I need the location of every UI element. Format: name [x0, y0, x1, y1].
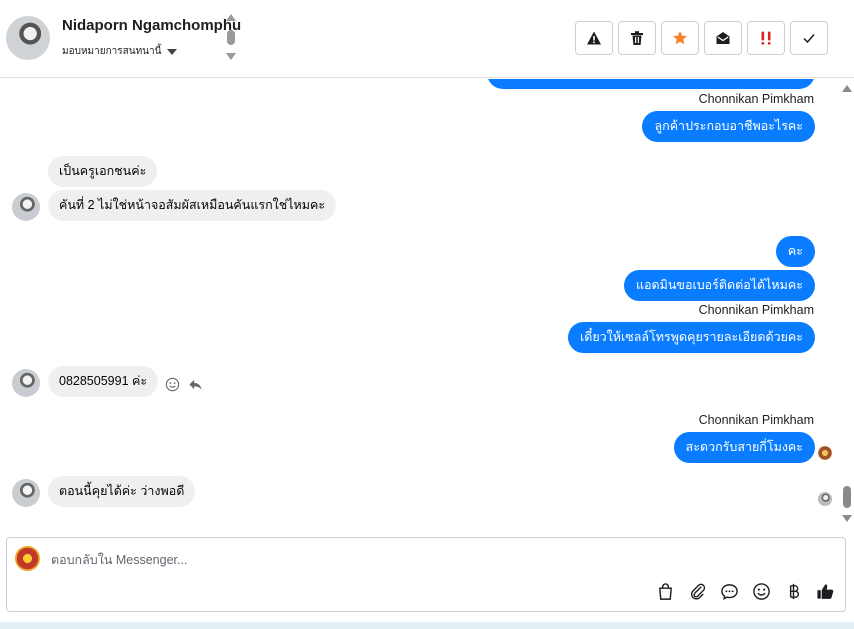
- message-bubble-incoming[interactable]: เป็นครูเอกชนค่ะ: [48, 156, 158, 187]
- report-spam-icon: [587, 31, 601, 45]
- sender-name: Chonnikan Pimkham: [698, 413, 814, 427]
- assign-label: มอบหมายการสนทนานี้: [62, 46, 162, 57]
- react-smiley-icon[interactable]: [165, 377, 180, 392]
- sender-name: Chonnikan Pimkham: [698, 303, 814, 317]
- scroll-up-arrow-icon[interactable]: [226, 14, 236, 21]
- message-thread[interactable]: Chonnikan Pimkham ลูกค้าประกอบอาชีพอะไรค…: [0, 79, 854, 529]
- message-bubble-outgoing[interactable]: แอดมินขอเบอร์ติดต่อได้ไหมคะ: [623, 270, 815, 301]
- message-actions: [165, 377, 203, 392]
- composer-tools: [656, 582, 835, 601]
- contact-name[interactable]: Nidaporn Ngamchomphu: [62, 17, 241, 34]
- seen-avatar-contact: [818, 492, 832, 506]
- check-icon: [803, 34, 815, 44]
- star-icon: [673, 31, 687, 45]
- contact-avatar[interactable]: [6, 16, 50, 60]
- message-bubble-outgoing[interactable]: คะ: [775, 236, 815, 267]
- trash-icon: [631, 31, 643, 45]
- scroll-thumb[interactable]: [227, 30, 235, 45]
- chat-bubble-icon[interactable]: [720, 582, 739, 601]
- scroll-down-arrow-icon[interactable]: [226, 53, 236, 60]
- paperclip-icon[interactable]: [688, 582, 707, 601]
- smiley-icon[interactable]: [752, 582, 771, 601]
- scroll-up-arrow-icon[interactable]: [842, 85, 852, 92]
- message-bubble-outgoing[interactable]: ลูกค้าประกอบอาชีพอะไรคะ: [642, 111, 815, 142]
- reply-composer: [6, 537, 846, 612]
- message-bubble-incoming[interactable]: คันที่ 2 ไม่ใช่หน้าจอสัมผัสเหมือนคันแรกใ…: [48, 190, 337, 221]
- important-icon: [761, 31, 771, 45]
- contact-avatar-small: [12, 479, 40, 507]
- thumbs-up-icon[interactable]: [816, 582, 835, 601]
- shopping-bag-icon[interactable]: [656, 582, 675, 601]
- contact-avatar-small: [12, 369, 40, 397]
- conversation-actions: [575, 21, 828, 55]
- report-spam-button[interactable]: [575, 21, 613, 55]
- mark-unread-button[interactable]: [704, 21, 742, 55]
- reply-input[interactable]: [51, 550, 751, 570]
- message-bubble-incoming[interactable]: ตอนนี้คุยได้ค่ะ ว่างพอดี: [48, 476, 196, 507]
- mark-done-button[interactable]: [790, 21, 828, 55]
- assign-conversation-dropdown[interactable]: มอบหมายการสนทนานี้: [62, 44, 178, 59]
- baht-icon[interactable]: [784, 582, 803, 601]
- star-button[interactable]: [661, 21, 699, 55]
- important-button[interactable]: [747, 21, 785, 55]
- contact-avatar-small: [12, 193, 40, 221]
- thread-scrollbar[interactable]: [840, 79, 854, 529]
- mark-unread-icon: [716, 32, 730, 44]
- seen-avatar-agent: [818, 446, 832, 460]
- reply-icon[interactable]: [188, 377, 203, 392]
- sender-name: Chonnikan Pimkham: [698, 92, 814, 106]
- page-avatar: [15, 546, 40, 571]
- message-bubble-outgoing-partial[interactable]: [487, 79, 815, 89]
- message-bubble-outgoing[interactable]: เดี๋ยวให้เซลล์โทรพูดคุยรายละเอียดด้วยคะ: [567, 322, 815, 353]
- bottom-strip: [0, 622, 854, 629]
- conversation-header: Nidaporn Ngamchomphu มอบหมายการสนทนานี้: [0, 0, 854, 78]
- scroll-down-arrow-icon[interactable]: [842, 515, 852, 522]
- scroll-thumb[interactable]: [843, 486, 851, 508]
- message-bubble-outgoing[interactable]: สะดวกรับสายกี่โมงคะ: [673, 432, 815, 463]
- header-scrollbar[interactable]: [226, 14, 236, 62]
- delete-button[interactable]: [618, 21, 656, 55]
- message-bubble-incoming[interactable]: 0828505991 ค่ะ: [48, 366, 159, 397]
- caret-down-icon: [167, 48, 178, 55]
